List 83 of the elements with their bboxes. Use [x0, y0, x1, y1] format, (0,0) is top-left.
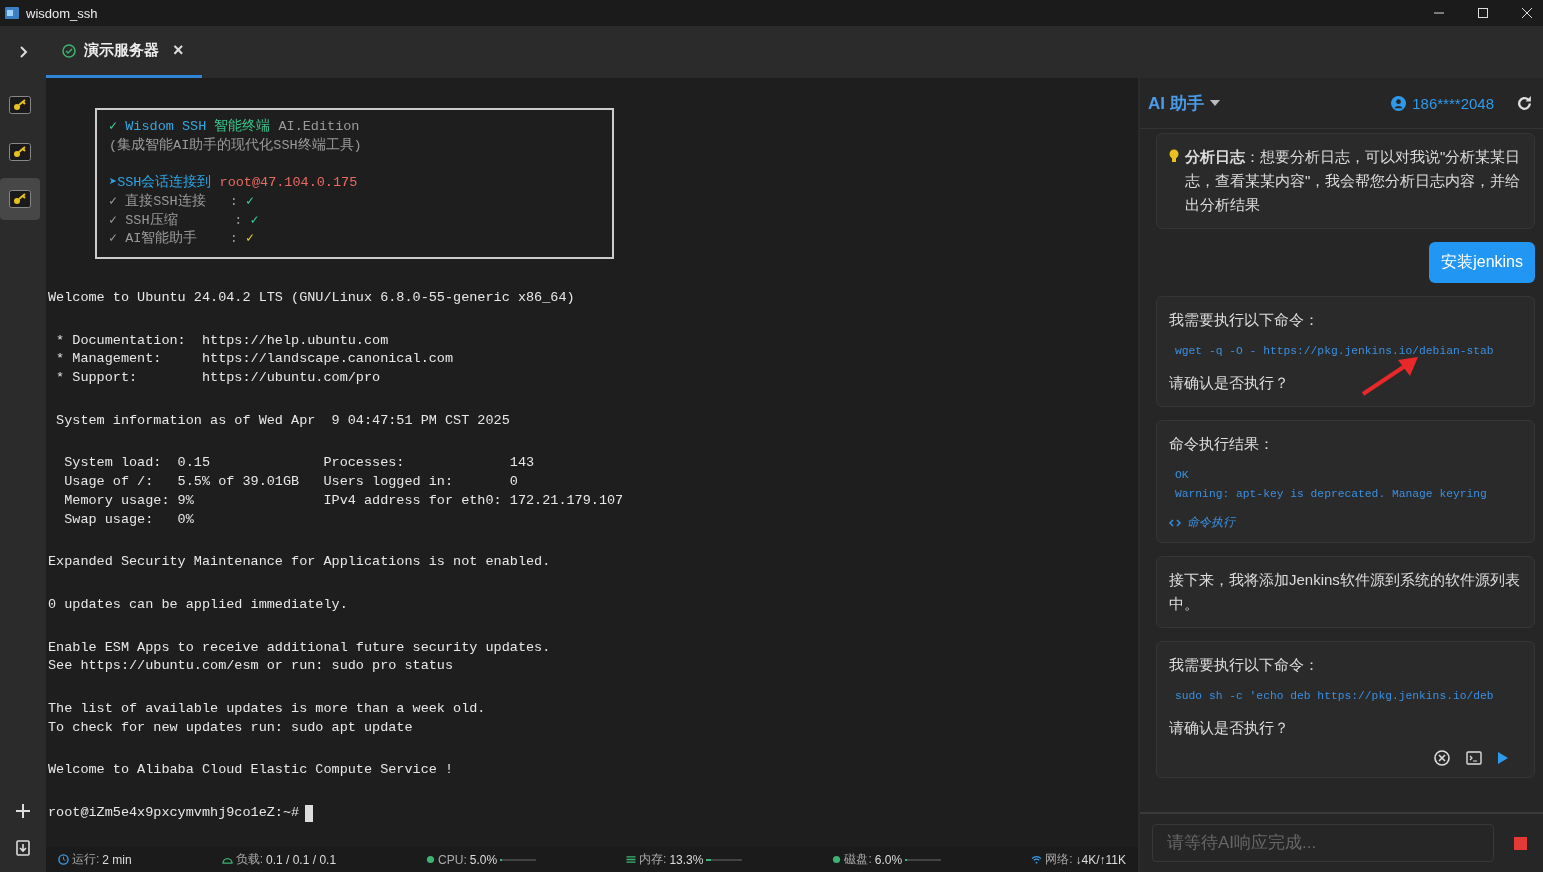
play-icon[interactable] [1498, 752, 1508, 764]
terminal-line: * Management: https://landscape.canonical.com [55, 350, 455, 369]
status-value: 13.3% [669, 852, 704, 867]
terminal-line: System load: 0.15 Processes: 143 [63, 454, 536, 473]
banner-line: ✓ SSH压缩 : ✓ [109, 211, 260, 230]
confirm-question: 请确认是否执行？ [1169, 718, 1289, 738]
status-dot-icon [832, 855, 842, 864]
usage-meter [905, 858, 942, 861]
wifi-icon [1031, 855, 1043, 864]
status-label: CPU: [438, 852, 467, 867]
assistant-menu-button[interactable]: AI 助手 [1148, 91, 1220, 115]
list-icon [626, 855, 637, 864]
terminal-icon[interactable] [1466, 751, 1482, 765]
status-label: 内存: [639, 851, 667, 868]
status-label: 网络: [1045, 851, 1073, 868]
status-value: 2 min [102, 852, 132, 867]
code-line: wget -q -O - https://pkg.jenkins.io/debian-stab [1175, 344, 1495, 359]
code-line: Warning: apt-key is deprecated. Manage keyring [1175, 487, 1488, 502]
user-phone: 186****2048 [1412, 94, 1494, 112]
server-key-button[interactable] [0, 178, 40, 220]
usage-meter [706, 858, 743, 861]
status-value: 6.0% [874, 852, 903, 867]
status-label: 磁盘: [844, 851, 872, 868]
terminal-line: The list of available updates is more than a week old. [48, 700, 487, 719]
key-icon [9, 96, 31, 114]
banner-line: ✓ Wisdom SSH 智能终端 AI.Edition [109, 118, 361, 136]
terminal-line: Welcome to Ubuntu 24.04.2 LTS (GNU/Linux 6.8.0-55-generic x86_64) [48, 288, 576, 307]
banner-line: ✓ AI智能助手 : ✓ [109, 230, 256, 249]
status-value: ↓4K/↑11K [1075, 852, 1126, 867]
terminal-line: 0 updates can be applied immediately. [48, 595, 349, 614]
annotation-arrow [1360, 356, 1420, 396]
terminal-cursor [305, 805, 314, 822]
usage-meter [500, 858, 537, 861]
terminal-line: Swap usage: 0% [63, 510, 195, 529]
user-message-bubble: 安装jenkins [1429, 242, 1535, 283]
banner-line: ✓ 直接SSH连接 : ✓ [109, 192, 256, 211]
cancel-icon[interactable] [1434, 750, 1450, 766]
terminal-line: Enable ESM Apps to receive additional future security updates. [48, 638, 552, 657]
key-icon [9, 143, 31, 161]
terminal-line: Usage of /: 5.5% of 39.01GB Users logged in: 0 [63, 473, 519, 492]
status-label: 负载: [235, 851, 263, 868]
terminal-line: Expanded Security Maintenance for Applications is not enabled. [48, 553, 552, 572]
stop-button[interactable] [1514, 836, 1527, 850]
message-text: 接下来，我将添加Jenkins软件源到系统的软件源列表中。 [1169, 570, 1521, 614]
terminal-line: To check for new updates run: sudo apt update [48, 718, 414, 737]
tip-text: 分析日志：想要分析日志，可以对我说"分析某某日志，查看某某内容"，我会帮您分析日志内容，并给出分析结果 [1185, 147, 1522, 215]
code-line: sudo sh -c 'echo deb https://pkg.jenkins.io/deb [1175, 689, 1495, 704]
chevron-right-icon[interactable] [18, 46, 28, 58]
close-icon[interactable] [1521, 7, 1533, 19]
gauge-icon [221, 855, 233, 864]
code-icon [1169, 518, 1181, 527]
card-title: 我需要执行以下命令： [1169, 655, 1319, 675]
confirm-question: 请确认是否执行？ [1169, 373, 1289, 393]
download-icon[interactable] [16, 840, 30, 856]
banner-line: ➤SSH会话连接到 root@47.104.0.175 [109, 174, 359, 193]
command-link[interactable]: 命令执行 [1187, 514, 1235, 531]
maximize-icon[interactable] [1477, 7, 1489, 19]
user-avatar-icon [1391, 95, 1407, 111]
window-title: wisdom_ssh [26, 5, 98, 21]
terminal-line: * Documentation: https://help.ubuntu.com [55, 331, 390, 350]
shell-prompt: root@iZm5e4x9pxcymvmhj9co1eZ:~# [48, 804, 300, 823]
status-value: 5.0% [469, 852, 498, 867]
status-label: 运行: [72, 851, 100, 868]
card-title: 我需要执行以下命令： [1169, 310, 1319, 330]
terminal-line: Welcome to Alibaba Cloud Elastic Compute Service ! [48, 761, 455, 780]
lightbulb-icon [1169, 149, 1179, 163]
terminal-line: Memory usage: 9% IPv4 address for eth0: 172.21.179.107 [63, 491, 625, 510]
banner-line: (集成智能AI助手的现代化SSH终端工具) [109, 136, 363, 155]
tab-label: 演示服务器 [84, 41, 159, 60]
terminal-line: See https://ubuntu.com/esm or run: sudo pro status [48, 657, 455, 676]
code-line: OK [1175, 468, 1190, 483]
clock-icon [58, 854, 69, 865]
terminal-line: * Support: https://ubuntu.com/pro [55, 369, 382, 387]
key-icon [9, 190, 31, 208]
app-logo-icon [4, 5, 20, 21]
status-dot-icon [426, 855, 436, 864]
refresh-icon[interactable] [1516, 94, 1533, 112]
status-value: 0.1 / 0.1 / 0.1 [266, 852, 337, 867]
plus-icon[interactable] [16, 804, 30, 818]
tab-close-button[interactable]: × [173, 40, 184, 61]
caret-icon [1209, 100, 1220, 106]
terminal-line: System information as of Wed Apr 9 04:47:51 PM CST 2025 [55, 411, 511, 430]
card-title: 命令执行结果： [1169, 434, 1274, 454]
